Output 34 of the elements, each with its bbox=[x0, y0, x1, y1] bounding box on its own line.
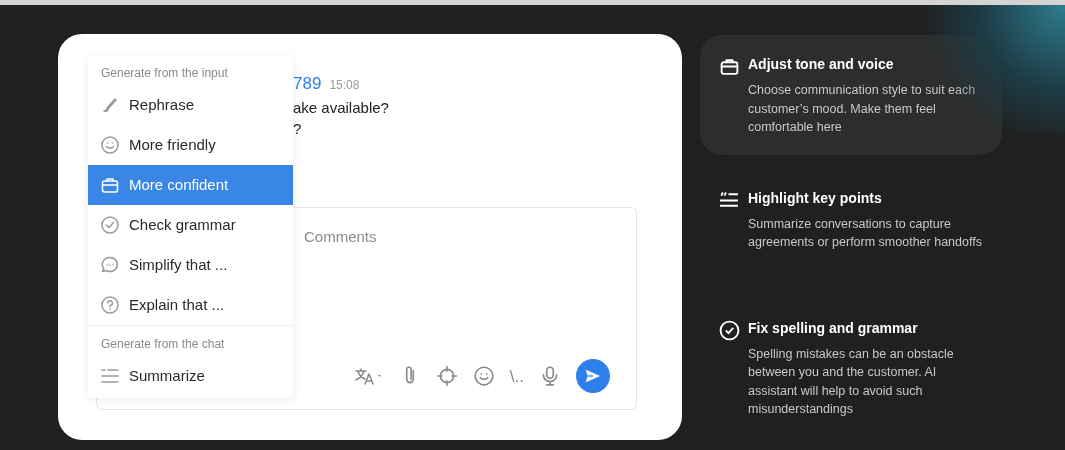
feature-card[interactable]: Adjust tone and voice Choose communication style to suit each customer’s mood. Make them feel comfortable here bbox=[700, 35, 1002, 155]
feature-card[interactable]: Highlight key points Summarize conversations to capture agreements or perform smoother handoffs bbox=[700, 168, 1002, 285]
feature-title: Fix spelling and grammar bbox=[748, 318, 919, 338]
snippet-button[interactable]: \.. bbox=[509, 367, 524, 385]
chat-bubble-icon bbox=[100, 255, 120, 275]
briefcase-icon bbox=[100, 175, 120, 195]
feature-description: Choose communication style to suit each customer’s mood. Make them feel comfortable here bbox=[748, 82, 977, 136]
feature-description: Summarize conversations to capture agreements or perform smoother handoffs bbox=[748, 215, 983, 251]
send-button[interactable] bbox=[576, 359, 610, 393]
smiley-icon[interactable] bbox=[472, 365, 495, 387]
question-icon bbox=[100, 295, 120, 315]
menu-item[interactable]: Rephrase bbox=[88, 85, 293, 125]
lines-icon bbox=[100, 366, 120, 386]
feature-title: Highlight key points bbox=[748, 188, 883, 208]
check-circle-icon bbox=[100, 215, 120, 235]
translate-icon[interactable] bbox=[353, 365, 384, 387]
feature-card[interactable]: Fix spelling and grammar Spelling mistakes can be an obstacle between you and the customer. AI assistant will help to avoid such misunderstandings bbox=[700, 298, 1002, 437]
message-text: ake available? bbox=[293, 97, 389, 118]
feature-description: Spelling mistakes can be an obstacle between you and the customer. AI assistant will help to avoid such misunderstandings bbox=[748, 345, 955, 418]
input-placeholder: Comments bbox=[304, 227, 377, 247]
menu-item[interactable]: More confident bbox=[88, 165, 293, 205]
send-icon bbox=[584, 367, 602, 385]
message-time: 15:08 bbox=[329, 77, 360, 94]
feature-title: Adjust tone and voice bbox=[748, 55, 895, 74]
check-circle-icon bbox=[719, 319, 740, 341]
message-text: ? bbox=[293, 118, 302, 139]
briefcase-icon bbox=[719, 56, 740, 77]
author-name: 789 bbox=[293, 73, 322, 95]
brush-icon bbox=[100, 95, 120, 115]
menu-heading: Generate from the chat bbox=[100, 336, 226, 352]
smiley-icon bbox=[100, 135, 120, 155]
crosshair-icon[interactable] bbox=[435, 365, 458, 387]
menu-item[interactable]: More friendly bbox=[88, 125, 293, 165]
menu-heading: Generate from the input bbox=[100, 65, 229, 81]
